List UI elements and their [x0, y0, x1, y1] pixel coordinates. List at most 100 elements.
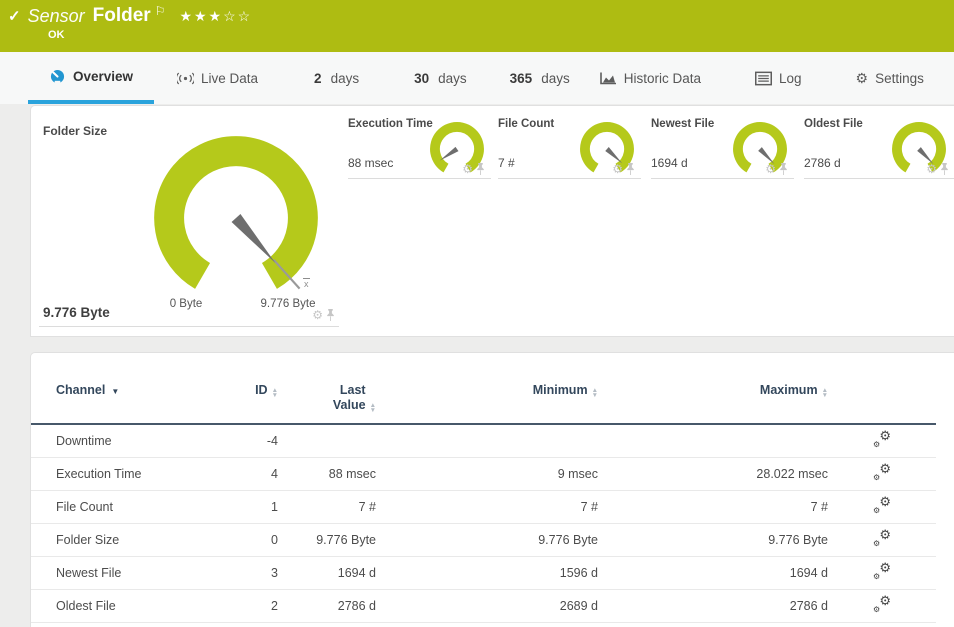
channel-name[interactable]: Folder Size [31, 523, 231, 557]
channel-maximum [598, 424, 828, 458]
channel-last-value: 88 msec [278, 457, 376, 491]
channel-id: 0 [231, 523, 278, 557]
channel-minimum: 7 # [376, 490, 598, 524]
channel-table: Channel ▼ ID ▲ ▼ Last Value ▲ ▼ Minimum ▲ ▼ Max… [31, 383, 936, 623]
column-label: Channel [56, 383, 106, 397]
tab-365-days[interactable]: 365 days [510, 52, 570, 104]
column-label: ID [255, 383, 268, 397]
column-header-last-value[interactable]: Last Value ▲ ▼ [278, 383, 376, 425]
table-row-downtime[interactable]: Downtime -4 ⚙ ⚙ [31, 424, 936, 458]
channel-settings-icon[interactable]: ⚙ ⚙ [873, 461, 891, 482]
channel-last-value: 9.776 Byte [278, 523, 376, 557]
table-header-row: Channel ▼ ID ▲ ▼ Last Value ▲ ▼ Minimum ▲ ▼ Max… [31, 383, 936, 425]
gauge-current-value: 2786 d [804, 156, 841, 170]
channel-settings-icon[interactable]: ⚙ ⚙ [873, 428, 891, 449]
tab-2-days[interactable]: 2 days [314, 52, 359, 104]
tab-historic-data[interactable]: Historic Data [599, 52, 701, 104]
channel-maximum: 9.776 Byte [598, 523, 828, 557]
gauge-current-value: 7 # [498, 156, 515, 170]
gauge-scale-min: 0 Byte [169, 298, 203, 310]
flag-icon[interactable]: ⚐ [155, 4, 166, 18]
sort-icon: ▲ ▼ [369, 402, 376, 414]
channel-minimum: 9.776 Byte [376, 523, 598, 557]
gauge-settings-icon[interactable]: ⚙ [462, 163, 473, 175]
sort-icon: ▲ ▼ [821, 387, 828, 399]
gauge-title: Folder Size [43, 124, 108, 138]
gauge-title: Execution Time [348, 118, 433, 130]
gauge-current-value: 1694 d [651, 156, 688, 170]
column-header-maximum[interactable]: Maximum ▲ ▼ [598, 383, 828, 425]
channel-minimum [376, 424, 598, 458]
column-header-actions [828, 383, 936, 425]
tab-overview[interactable]: Overview [28, 52, 154, 104]
tab-bar: Overview Live Data 2 days 30 days 365 da… [0, 52, 954, 104]
tab-label: Live Data [201, 70, 259, 86]
channel-minimum: 2689 d [376, 589, 598, 623]
channel-settings-icon[interactable]: ⚙ ⚙ [873, 494, 891, 515]
stars-empty[interactable]: ☆☆ [223, 8, 252, 24]
channel-settings-icon[interactable]: ⚙ ⚙ [873, 593, 891, 614]
channel-maximum: 7 # [598, 490, 828, 524]
gauge-cell-newest-file[interactable]: Newest File 1694 d ⚙ [651, 106, 794, 179]
column-header-channel[interactable]: Channel ▼ [31, 383, 231, 425]
channel-id: 2 [231, 589, 278, 623]
gauge-settings-icon[interactable]: ⚙ [312, 309, 323, 321]
column-label: Minimum [532, 383, 588, 397]
tab-live-data[interactable]: Live Data [177, 52, 258, 104]
channel-name[interactable]: Downtime [31, 424, 231, 458]
channel-maximum: 2786 d [598, 589, 828, 623]
sensor-titlebar: ✓ Sensor Folder ⚐ ★★★☆☆ OK [0, 0, 954, 52]
folder-size-gauge [154, 136, 318, 290]
gauge-settings-icon[interactable]: ⚙ [926, 163, 937, 175]
sort-icon: ▲ ▼ [271, 387, 278, 399]
table-row-execution-time[interactable]: Execution Time 4 88 msec 9 msec 28.022 m… [31, 457, 936, 491]
channel-settings-icon[interactable]: ⚙ ⚙ [873, 527, 891, 548]
tab-settings[interactable]: ⚙ Settings [856, 52, 924, 104]
table-row-folder-size[interactable]: Folder Size 0 9.776 Byte 9.776 Byte 9.77… [31, 523, 936, 557]
gauge-settings-icon[interactable]: ⚙ [612, 163, 623, 175]
gauge-cell-oldest-file[interactable]: Oldest File 2786 d ⚙ [804, 106, 954, 179]
pin-icon[interactable] [326, 309, 335, 321]
table-row-oldest-file[interactable]: Oldest File 2 2786 d 2689 d 2786 d ⚙ ⚙ [31, 589, 936, 623]
overview-gauges-panel: Folder Size x 0 Byte 9.776 Byte 9.776 By… [30, 105, 954, 337]
gauge-cell-folder-size[interactable]: Folder Size x 0 Byte 9.776 Byte 9.776 By… [39, 114, 339, 327]
tab-label: days [330, 70, 360, 86]
gauge-settings-icon[interactable]: ⚙ [765, 163, 776, 175]
channel-id: 3 [231, 556, 278, 590]
gauge-cell-execution-time[interactable]: Execution Time 88 msec ⚙ [348, 106, 491, 179]
channel-last-value: 2786 d [278, 589, 376, 623]
gauge-title: File Count [498, 118, 555, 130]
table-row-file-count[interactable]: File Count 1 7 # 7 # 7 # ⚙ ⚙ [31, 490, 936, 524]
sorted-desc-icon: ▼ [111, 387, 120, 396]
channel-name[interactable]: Newest File [31, 556, 231, 590]
gauge-cell-file-count[interactable]: File Count 7 # ⚙ [498, 106, 641, 179]
channel-table-panel: Channel ▼ ID ▲ ▼ Last Value ▲ ▼ Minimum ▲ ▼ Max… [30, 352, 954, 627]
tab-log[interactable]: Log [755, 52, 802, 104]
pin-icon[interactable] [940, 163, 949, 175]
pin-icon[interactable] [476, 163, 485, 175]
tab-30-days[interactable]: 30 days [414, 52, 467, 104]
channel-name[interactable]: Oldest File [31, 589, 231, 623]
tab-number: 2 [314, 70, 322, 86]
channel-name[interactable]: Execution Time [31, 457, 231, 491]
pin-icon[interactable] [626, 163, 635, 175]
column-header-id[interactable]: ID ▲ ▼ [231, 383, 278, 425]
tab-label: Historic Data [623, 70, 701, 86]
channel-name[interactable]: File Count [31, 490, 231, 524]
mean-marker: x [303, 278, 310, 289]
channel-settings-icon[interactable]: ⚙ ⚙ [873, 560, 891, 581]
column-label: Last Value [332, 383, 366, 412]
column-label: Maximum [759, 383, 818, 397]
pin-icon[interactable] [779, 163, 788, 175]
gauge-current-value: 9.776 Byte [43, 305, 110, 320]
priority-stars[interactable]: ★★★☆☆ [179, 8, 252, 25]
column-header-minimum[interactable]: Minimum ▲ ▼ [376, 383, 598, 425]
channel-minimum: 9 msec [376, 457, 598, 491]
channel-maximum: 1694 d [598, 556, 828, 590]
live-data-icon [177, 72, 194, 84]
table-row-newest-file[interactable]: Newest File 3 1694 d 1596 d 1694 d ⚙ ⚙ [31, 556, 936, 590]
stars-filled[interactable]: ★★★ [179, 8, 223, 24]
channel-last-value: 1694 d [278, 556, 376, 590]
channel-last-value [278, 424, 376, 458]
tab-number: 365 [509, 70, 533, 86]
